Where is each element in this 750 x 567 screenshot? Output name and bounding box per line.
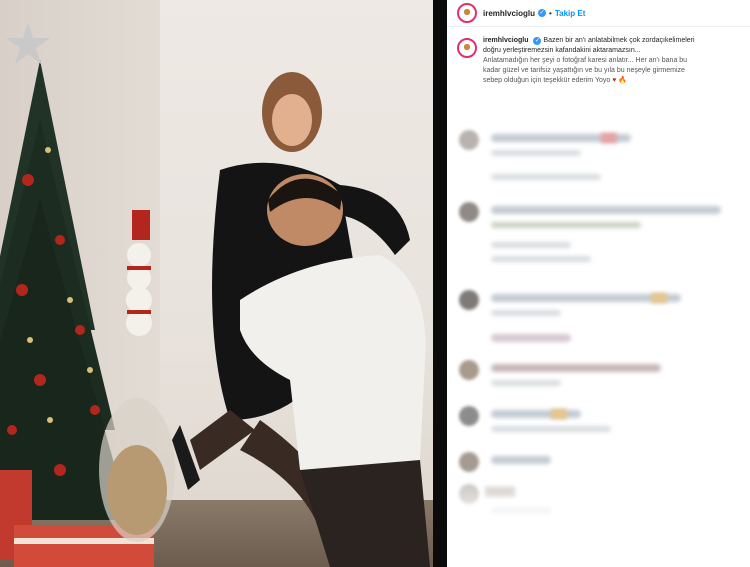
list-item[interactable] [455,404,745,444]
blurred-comment-meta [491,242,571,248]
snowman-decoration [126,210,152,336]
blurred-comment-text [491,364,661,372]
list-item[interactable] [455,164,745,204]
caption-text: iremhlvcioglu ✓ Bazen bir an'ı anlatabil… [483,36,695,86]
avatar[interactable] [457,38,477,58]
avatar[interactable] [459,360,479,380]
blurred-comment-text [491,222,641,228]
list-item[interactable] [455,358,745,398]
blurred-comment-text [491,456,551,464]
blurred-comment-text [491,206,721,214]
verified-badge-icon: ✓ [538,9,547,17]
separator: • [549,8,552,18]
blurred-comment-meta [491,380,561,386]
post-photo[interactable] [0,0,440,567]
instagram-side-panel: iremhlvcioglu ✓ • Takip Et iremhlvcioglu… [447,0,750,567]
blurred-comment-text [491,334,571,342]
list-item[interactable] [455,238,745,278]
verified-badge-icon: ✓ [533,37,542,45]
list-item[interactable] [455,288,745,328]
avatar[interactable] [459,406,479,426]
cork-jar [99,398,175,542]
list-item[interactable] [455,128,745,168]
caption-line-4: kadar güzel ve tarifsiz yaşattığın ve bu… [483,67,685,74]
caption-line-1: Bazen bir an'ı anlatabilmek çok zordaçık… [543,37,695,44]
panel-divider [433,0,447,567]
heart-emoji-icon: ♥ [612,77,617,84]
blurred-comment-meta [491,150,581,156]
follow-button[interactable]: Takip Et [555,9,586,18]
blurred-comment-meta [491,426,611,432]
avatar[interactable] [459,130,479,150]
screenshot-frame: iremhlvcioglu ✓ • Takip Et iremhlvcioglu… [0,0,750,567]
caption-line-2: doğru yerleştiremezsin kafandakini aktar… [483,47,641,54]
comments-fade [447,470,750,567]
photo-scene [0,22,430,567]
avatar[interactable] [459,290,479,310]
caption-line-5: sebep olduğun için teşekkür ederim Yoyo [483,77,611,84]
blurred-comment-meta [491,256,591,262]
fire-emoji-icon: 🔥 [618,77,628,84]
blurred-emoji [601,133,617,143]
post-header: iremhlvcioglu ✓ • Takip Et [447,0,750,27]
blurred-emoji [651,293,667,303]
list-item[interactable] [455,200,745,240]
couple [172,72,430,567]
blurred-emoji [551,409,567,419]
blurred-comment-meta [491,310,561,316]
header-username[interactable]: iremhlvcioglu [483,9,535,18]
avatar[interactable] [459,202,479,222]
avatar[interactable] [457,3,477,23]
star-icon [6,22,50,64]
caption-username[interactable]: iremhlvcioglu [483,37,529,44]
blurred-comment-text [491,410,581,418]
post-caption: iremhlvcioglu ✓ Bazen bir an'ı anlatabil… [447,36,750,86]
blurred-comment-meta [491,174,601,180]
avatar[interactable] [459,452,479,472]
caption-line-3: Anlatamadığın her şeyi o fotoğraf karesi… [483,57,688,64]
